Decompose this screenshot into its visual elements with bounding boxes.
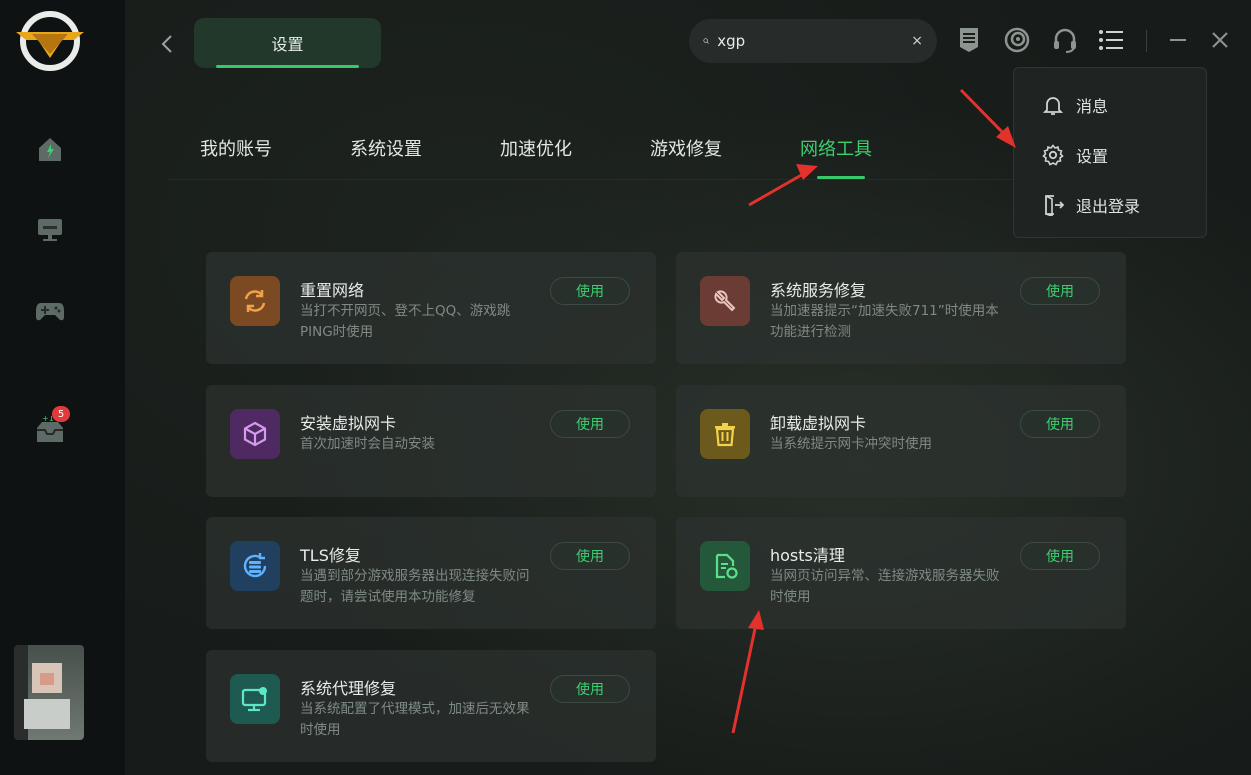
card-description: 当系统配置了代理模式，加速后无效果时使用 (300, 701, 530, 738)
sidebar: +1 5 (0, 0, 125, 775)
tab-acceleration[interactable]: 加速优化 (500, 135, 650, 165)
search-icon (703, 38, 709, 44)
epic-button[interactable] (954, 25, 984, 55)
use-button[interactable]: 使用 (550, 277, 630, 305)
minimize-icon (1170, 39, 1186, 41)
card-tls-repair: TLS修复 当遇到部分游戏服务器出现连接失败问题时，请尝试使用本功能修复 使用 (206, 517, 656, 629)
card-system-proxy-repair: 系统代理修复 当系统配置了代理模式，加速后无效果时使用 使用 (206, 650, 656, 762)
card-system-service-repair: 系统服务修复 当加速器提示“加速失败711”时使用本功能进行检测 使用 (676, 252, 1126, 364)
tab-network-tools[interactable]: 网络工具 (800, 135, 950, 179)
menu-icon (1099, 30, 1123, 50)
sidebar-item-monitor[interactable] (32, 211, 68, 247)
menu-item-messages[interactable]: 消息 (1042, 92, 1108, 118)
trash-icon (700, 409, 750, 459)
refresh-icon (230, 276, 280, 326)
tab-game-repair[interactable]: 游戏修复 (650, 135, 800, 165)
card-description: 当网页访问异常、连接游戏服务器失败时使用 (770, 568, 1000, 605)
card-install-virtual-nic: 安装虚拟网卡 首次加速时会自动安装 使用 (206, 385, 656, 497)
avatar[interactable] (14, 645, 84, 740)
gamepad-icon (36, 303, 64, 321)
card-title: hosts清理 (770, 546, 845, 565)
headset-icon (1054, 28, 1076, 53)
sidebar-item-inbox[interactable]: +1 5 (32, 406, 70, 448)
card-title: 重置网络 (300, 281, 365, 300)
page-title-tab[interactable]: 设置 (194, 18, 381, 68)
bell-icon (1042, 94, 1064, 116)
card-title: 安装虚拟网卡 (300, 414, 397, 433)
card-hosts-cleanup: hosts清理 当网页访问异常、连接游戏服务器失败时使用 使用 (676, 517, 1126, 629)
tab-account[interactable]: 我的账号 (200, 135, 350, 165)
use-button[interactable]: 使用 (550, 410, 630, 438)
cube-icon (230, 409, 280, 459)
logout-icon (1042, 194, 1064, 216)
search-clear-button[interactable]: × (911, 33, 923, 49)
card-title: 系统代理修复 (300, 679, 397, 698)
use-button[interactable]: 使用 (1020, 410, 1100, 438)
hosts-file-icon (700, 541, 750, 591)
proxy-monitor-icon (230, 674, 280, 724)
card-reset-network: 重置网络 当打不开网页、登不上QQ、游戏跳PING时使用 使用 (206, 252, 656, 364)
gear-icon (1042, 144, 1064, 166)
close-icon (1212, 32, 1228, 48)
inbox-badge: 5 (52, 406, 70, 422)
wrench-icon (700, 276, 750, 326)
tabs-divider (167, 179, 1127, 180)
card-title: 卸载虚拟网卡 (770, 414, 867, 433)
menu-item-settings[interactable]: 设置 (1042, 142, 1108, 168)
card-description: 当加速器提示“加速失败711”时使用本功能进行检测 (770, 303, 999, 340)
sidebar-item-home[interactable] (32, 131, 68, 167)
close-button[interactable] (1205, 25, 1235, 55)
steam-icon (1004, 27, 1030, 53)
tab-system-settings[interactable]: 系统设置 (350, 135, 500, 165)
card-title: 系统服务修复 (770, 281, 867, 300)
search-box[interactable]: × (689, 19, 937, 63)
chevron-left-icon (161, 35, 172, 53)
support-button[interactable] (1050, 25, 1080, 55)
use-button[interactable]: 使用 (550, 675, 630, 703)
card-uninstall-virtual-nic: 卸载虚拟网卡 当系统提示网卡冲突时使用 使用 (676, 385, 1126, 497)
toolbar-divider (1146, 30, 1147, 52)
tls-icon (230, 541, 280, 591)
card-description: 当遇到部分游戏服务器出现连接失败问题时，请尝试使用本功能修复 (300, 568, 530, 605)
back-button[interactable] (155, 30, 179, 58)
minimize-button[interactable] (1163, 25, 1193, 55)
search-input[interactable] (717, 32, 912, 50)
app-logo (14, 10, 86, 72)
dropdown-menu: 消息 设置 退出登录 (1013, 67, 1207, 238)
menu-button[interactable] (1096, 25, 1126, 55)
monitor-icon (38, 219, 62, 241)
menu-item-logout[interactable]: 退出登录 (1042, 192, 1140, 218)
use-button[interactable]: 使用 (1020, 542, 1100, 570)
epic-icon (960, 28, 978, 52)
card-description: 当系统提示网卡冲突时使用 (770, 436, 932, 452)
page-title: 设置 (271, 35, 304, 54)
sidebar-item-games[interactable] (32, 293, 68, 329)
card-description: 首次加速时会自动安装 (300, 436, 435, 452)
settings-tabs: 我的账号 系统设置 加速优化 游戏修复 网络工具 (200, 135, 950, 179)
card-description: 当打不开网页、登不上QQ、游戏跳PING时使用 (300, 303, 511, 340)
home-icon (39, 138, 61, 161)
steam-button[interactable] (1002, 25, 1032, 55)
card-title: TLS修复 (300, 546, 361, 565)
use-button[interactable]: 使用 (550, 542, 630, 570)
use-button[interactable]: 使用 (1020, 277, 1100, 305)
